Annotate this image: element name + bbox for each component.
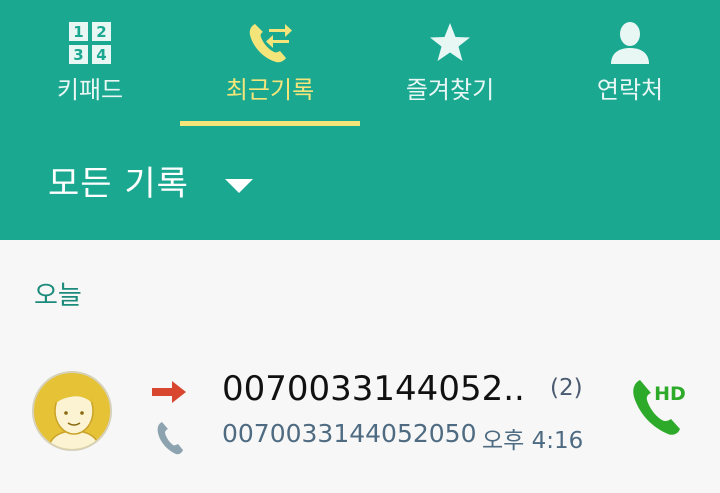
dropdown-arrow-icon	[224, 179, 253, 193]
hd-voice-call-button[interactable]: HD	[630, 376, 690, 438]
filter-label: 모든 기록	[48, 164, 189, 204]
default-avatar-icon	[47, 386, 101, 449]
call-time: 오후 4:16	[482, 428, 584, 454]
keypad-digit: 2	[96, 23, 106, 41]
call-count: (2)	[550, 375, 583, 401]
app-header: 1 2 3 4 키패드 최근기록 즐겨찾기 연락처 모든 기록	[0, 0, 720, 240]
tab-keypad-label: 키패드	[56, 76, 124, 104]
contact-person-icon	[611, 22, 649, 64]
tab-favorites-label: 즐겨찾기	[405, 76, 495, 104]
tab-keypad[interactable]: 1 2 3 4 키패드	[0, 0, 180, 128]
tab-recent[interactable]: 최근기록	[180, 0, 360, 128]
keypad-digit: 1	[73, 23, 83, 41]
tab-contacts-label: 연락처	[596, 76, 664, 104]
call-log-filter-dropdown[interactable]: 모든 기록	[48, 158, 253, 210]
keypad-icon: 1 2 3 4	[69, 22, 111, 64]
section-header-today: 오늘	[34, 281, 82, 311]
tab-bar: 1 2 3 4 키패드 최근기록 즐겨찾기 연락처	[0, 0, 720, 128]
voice-call-icon	[157, 422, 183, 455]
avatar[interactable]	[32, 371, 112, 451]
tab-recent-label: 최근기록	[225, 76, 315, 104]
outgoing-call-arrow-icon	[152, 381, 186, 403]
phone-number: 0070033144052050	[222, 419, 477, 448]
call-log-item[interactable]: 0070033144052... (2) 0070033144052050 오후…	[0, 340, 720, 493]
contact-name: 0070033144052...	[222, 369, 522, 409]
active-tab-indicator	[180, 121, 360, 126]
hd-badge: HD	[654, 383, 686, 405]
keypad-digit: 3	[73, 46, 83, 64]
tab-contacts[interactable]: 연락처	[540, 0, 720, 128]
star-icon	[430, 23, 470, 61]
keypad-digit: 4	[96, 46, 106, 64]
tab-favorites[interactable]: 즐겨찾기	[360, 0, 540, 128]
recent-calls-icon	[249, 24, 292, 63]
